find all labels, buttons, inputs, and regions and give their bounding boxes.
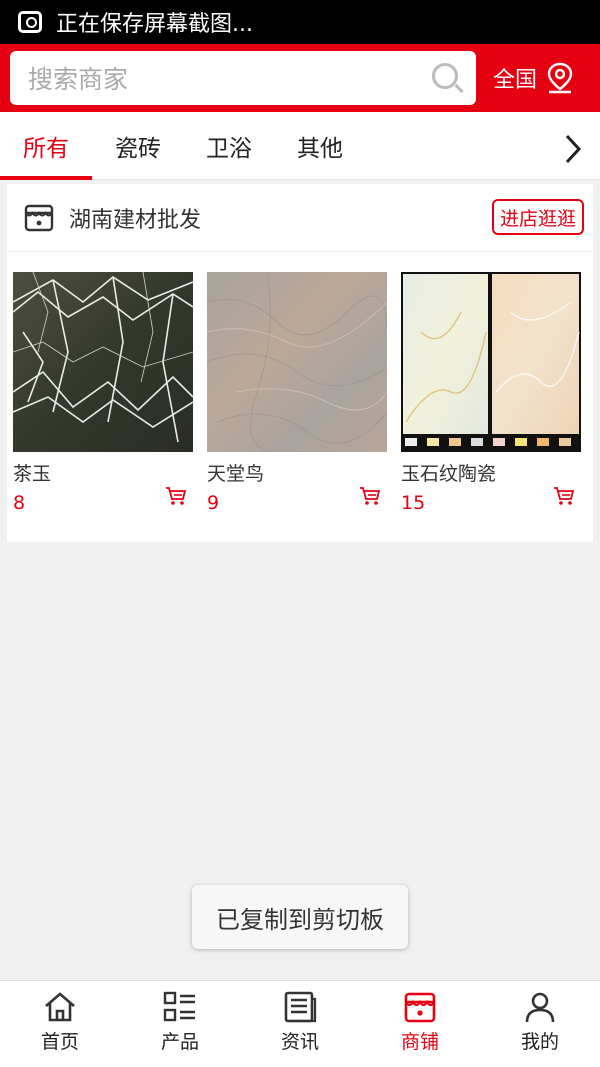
- nav-label: 我的: [520, 1031, 559, 1053]
- store-name: 湖南建材批发: [69, 207, 202, 233]
- status-bar: 正在保存屏幕截图...: [0, 0, 600, 44]
- tab-all[interactable]: 所有: [0, 112, 92, 180]
- store-header[interactable]: 湖南建材批发 进店逛逛: [7, 184, 593, 252]
- cart-icon[interactable]: [165, 486, 187, 506]
- region-label: 全国: [493, 68, 538, 93]
- location-pin-icon: [547, 62, 573, 94]
- user-icon: [525, 992, 555, 1023]
- region-selector[interactable]: 全国: [493, 62, 575, 94]
- nav-label: 首页: [40, 1031, 79, 1053]
- status-text: 正在保存屏幕截图...: [56, 12, 253, 37]
- product-image-jade-tile[interactable]: [401, 272, 581, 452]
- product-image-dark-marble[interactable]: [13, 272, 193, 452]
- product-name: 茶玉: [13, 463, 52, 485]
- nav-item-news[interactable]: 资讯: [240, 981, 360, 1067]
- product-item[interactable]: 玉石纹陶瓷 15: [401, 272, 581, 514]
- store-card: 湖南建材批发 进店逛逛 茶玉 8 天堂鸟 9 玉石纹陶瓷 15: [7, 184, 593, 542]
- tab-other[interactable]: 其他: [274, 112, 366, 180]
- search-input[interactable]: 搜索商家: [10, 51, 476, 105]
- list-icon: [163, 991, 195, 1022]
- nav-label: 资讯: [280, 1031, 319, 1053]
- search-placeholder: 搜索商家: [28, 65, 129, 94]
- product-item[interactable]: 茶玉 8: [13, 272, 193, 514]
- store-icon: [404, 992, 436, 1023]
- cart-icon[interactable]: [553, 486, 575, 506]
- category-tabs: 所有 瓷砖 卫浴 其他: [0, 112, 600, 180]
- nav-item-stores[interactable]: 商铺: [360, 981, 480, 1067]
- product-item[interactable]: 天堂鸟 9: [207, 272, 387, 514]
- visit-store-button[interactable]: 进店逛逛: [491, 199, 584, 235]
- tab-tiles[interactable]: 瓷砖: [92, 112, 184, 180]
- toast-message: 已复制到剪切板: [192, 885, 408, 949]
- tab-bathroom[interactable]: 卫浴: [184, 112, 274, 180]
- product-image-beige-marble[interactable]: [207, 272, 387, 452]
- screenshot-icon: [18, 11, 42, 33]
- news-icon: [284, 991, 317, 1023]
- nav-label: 商铺: [400, 1031, 439, 1053]
- product-name: 天堂鸟: [207, 463, 265, 485]
- search-icon[interactable]: [432, 63, 458, 89]
- top-header: 搜索商家 全国: [0, 44, 600, 112]
- store-icon: [24, 204, 54, 231]
- nav-label: 产品: [160, 1031, 199, 1053]
- nav-item-home[interactable]: 首页: [0, 981, 120, 1067]
- product-name: 玉石纹陶瓷: [401, 463, 497, 485]
- home-icon: [45, 992, 75, 1022]
- bottom-nav: 首页 产品 资讯 商铺 我的: [0, 980, 600, 1067]
- nav-item-profile[interactable]: 我的: [480, 981, 600, 1067]
- nav-item-products[interactable]: 产品: [120, 981, 240, 1067]
- cart-icon[interactable]: [359, 486, 381, 506]
- chevron-right-icon[interactable]: [564, 134, 582, 164]
